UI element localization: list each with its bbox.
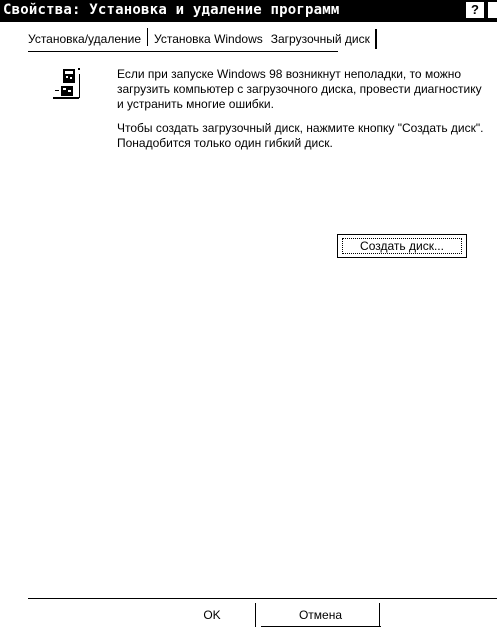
help-button[interactable]: ? [466,2,484,18]
apply-button[interactable] [390,603,497,627]
tab-baseline [28,51,338,52]
close-button[interactable] [488,2,497,18]
tab-install-remove[interactable]: Установка/удаление [24,27,145,51]
tab-divider [147,28,149,46]
title-bar[interactable]: Свойства: Установка и удаление программ … [0,0,497,22]
instruction-text: Чтобы создать загрузочный диск, нажмите … [117,121,484,150]
tab-strip: Установка/удаление Установка Windows Загру… [24,27,378,51]
tab-windows-setup[interactable]: Установка Windows [150,27,267,51]
create-disk-button-label: Создать диск... [360,239,444,253]
startup-disk-icon [53,68,80,99]
create-disk-button[interactable]: Создать диск... [337,234,467,258]
description-area: Если при запуске Windows 98 возникнут не… [117,67,489,160]
ok-button[interactable]: OK [168,603,256,627]
footer-divider [28,598,497,599]
cancel-button[interactable]: Отмена [261,603,381,627]
description-text: Если при запуске Windows 98 возникнут не… [117,67,482,111]
window-title: Свойства: Установка и удаление программ [3,2,340,18]
tab-startup-disk[interactable]: Загрузочный диск [267,27,378,51]
